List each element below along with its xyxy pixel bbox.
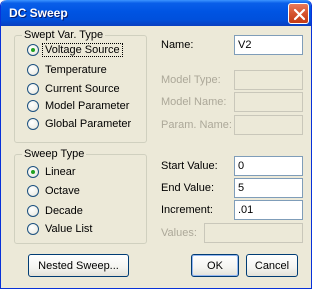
- radio-label: Current Source: [45, 83, 120, 95]
- radio-current-source[interactable]: Current Source: [27, 81, 120, 97]
- model-name-field[interactable]: [234, 92, 303, 112]
- radio-indicator: [27, 100, 39, 112]
- radio-indicator: [27, 83, 39, 95]
- close-icon: [293, 8, 306, 21]
- increment-label: Increment:: [161, 204, 213, 216]
- model-type-field[interactable]: [234, 70, 303, 90]
- end-value-label: End Value:: [161, 182, 215, 194]
- radio-indicator: [27, 44, 39, 56]
- close-button[interactable]: [288, 3, 309, 24]
- radio-label: Octave: [45, 185, 80, 197]
- nested-sweep-button[interactable]: Nested Sweep...: [28, 254, 129, 277]
- radio-label: Value List: [45, 223, 93, 235]
- radio-model-parameter[interactable]: Model Parameter: [27, 98, 129, 114]
- swept-var-type-title: Swept Var. Type: [22, 28, 106, 42]
- name-field[interactable]: V2: [234, 35, 303, 55]
- title-bar[interactable]: DC Sweep: [1, 0, 311, 26]
- radio-value-list[interactable]: Value List: [27, 221, 93, 237]
- radio-indicator: [27, 166, 39, 178]
- values-label: Values:: [161, 227, 197, 239]
- radio-octave[interactable]: Octave: [27, 183, 80, 199]
- radio-label: Voltage Source: [42, 43, 123, 57]
- param-name-label: Param. Name:: [161, 119, 232, 131]
- radio-label: Temperature: [45, 64, 107, 76]
- increment-field[interactable]: .01: [234, 200, 303, 220]
- sweep-type-group: Sweep Type Linear Octave Decade Value Li…: [14, 147, 147, 244]
- window-title: DC Sweep: [9, 6, 68, 20]
- radio-label: Model Parameter: [45, 100, 130, 112]
- dc-sweep-dialog: DC Sweep Swept Var. Type Voltage Source …: [0, 0, 312, 289]
- radio-linear[interactable]: Linear: [27, 164, 76, 180]
- radio-indicator: [27, 185, 39, 197]
- radio-indicator: [27, 223, 39, 235]
- values-field[interactable]: [204, 223, 303, 243]
- cancel-button[interactable]: Cancel: [246, 254, 298, 277]
- radio-indicator: [27, 64, 39, 76]
- radio-decade[interactable]: Decade: [27, 203, 83, 219]
- name-label: Name:: [161, 39, 194, 51]
- start-value-label: Start Value:: [161, 160, 218, 172]
- radio-indicator: [27, 205, 39, 217]
- radio-temperature[interactable]: Temperature: [27, 62, 107, 78]
- ok-button[interactable]: OK: [191, 254, 239, 277]
- radio-label: Global Parameter: [45, 118, 132, 130]
- swept-var-type-group: Swept Var. Type Voltage Source Temperatu…: [14, 28, 147, 143]
- model-type-label: Model Type:: [161, 74, 221, 86]
- radio-global-parameter[interactable]: Global Parameter: [27, 116, 131, 132]
- radio-indicator: [27, 118, 39, 130]
- radio-voltage-source[interactable]: Voltage Source: [27, 42, 123, 58]
- radio-label: Decade: [45, 205, 83, 217]
- model-name-label: Model Name:: [161, 96, 227, 108]
- param-name-field[interactable]: [234, 115, 303, 135]
- end-value-field[interactable]: 5: [234, 178, 303, 198]
- sweep-type-title: Sweep Type: [22, 147, 87, 161]
- radio-label: Linear: [45, 166, 76, 178]
- start-value-field[interactable]: 0: [234, 156, 303, 176]
